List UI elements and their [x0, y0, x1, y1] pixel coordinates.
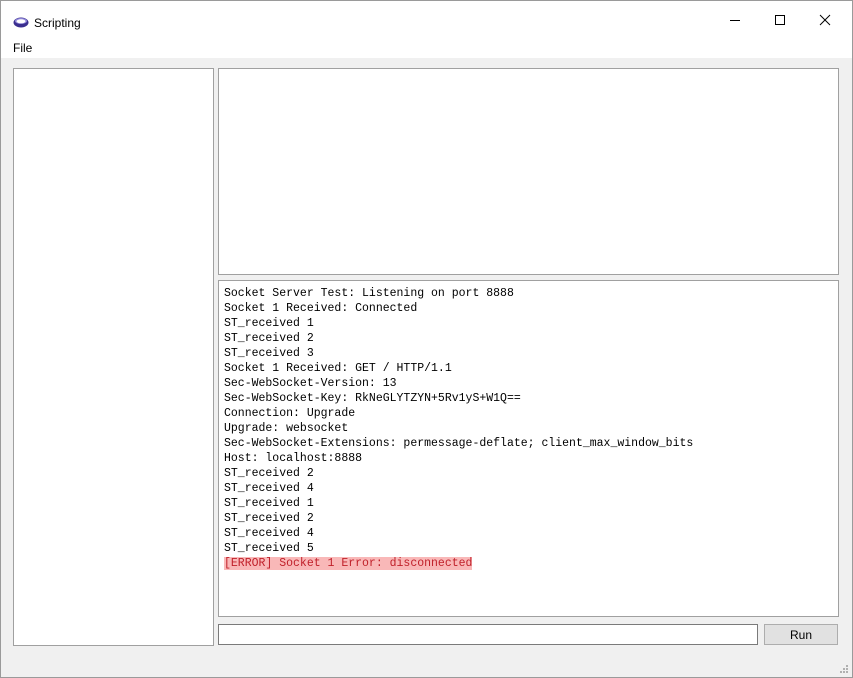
- menu-bar: File: [1, 39, 852, 58]
- console-line: Sec-WebSocket-Version: 13: [224, 376, 834, 391]
- scripting-window: Scripting File Socket Server Test: Liste…: [0, 0, 853, 678]
- app-icon: [13, 17, 29, 28]
- console-error-line: [ERROR] Socket 1 Error: disconnected: [224, 556, 834, 571]
- console-line: ST_received 3: [224, 346, 834, 361]
- console-line-text: ST_received 2: [224, 512, 314, 525]
- close-icon: [819, 14, 831, 26]
- console-line: Host: localhost:8888: [224, 451, 834, 466]
- client-area: Socket Server Test: Listening on port 88…: [1, 58, 852, 677]
- console-line: ST_received 1: [224, 496, 834, 511]
- minimize-icon: [730, 20, 740, 21]
- console-lines: Socket Server Test: Listening on port 88…: [224, 286, 834, 571]
- window-title: Scripting: [34, 16, 81, 30]
- console-line: Connection: Upgrade: [224, 406, 834, 421]
- console-output[interactable]: Socket Server Test: Listening on port 88…: [218, 280, 839, 617]
- console-line-text: Sec-WebSocket-Version: 13: [224, 377, 397, 390]
- console-line-text: ST_received 4: [224, 482, 314, 495]
- console-line-text: [ERROR] Socket 1 Error: disconnected: [224, 557, 473, 570]
- maximize-icon: [775, 15, 785, 25]
- console-line: ST_received 4: [224, 526, 834, 541]
- console-line-text: Upgrade: websocket: [224, 422, 349, 435]
- console-line: ST_received 5: [224, 541, 834, 556]
- console-line: ST_received 2: [224, 511, 834, 526]
- console-line-text: ST_received 4: [224, 527, 314, 540]
- console-line: Sec-WebSocket-Key: RkNeGLYTZYN+5Rv1yS+W1…: [224, 391, 834, 406]
- console-line: Socket Server Test: Listening on port 88…: [224, 286, 834, 301]
- console-line: Sec-WebSocket-Extensions: permessage-def…: [224, 436, 834, 451]
- console-line: ST_received 4: [224, 481, 834, 496]
- minimize-button[interactable]: [712, 1, 758, 39]
- resize-grip-icon[interactable]: [837, 662, 849, 674]
- menu-item-file[interactable]: File: [13, 41, 32, 56]
- console-line-text: Sec-WebSocket-Extensions: permessage-def…: [224, 437, 694, 450]
- console-line-text: Connection: Upgrade: [224, 407, 356, 420]
- console-line-text: Socket Server Test: Listening on port 88…: [224, 287, 514, 300]
- run-button[interactable]: Run: [764, 624, 838, 645]
- title-bar[interactable]: Scripting: [1, 1, 852, 39]
- script-list-panel[interactable]: [13, 68, 214, 646]
- console-line-text: ST_received 1: [224, 497, 314, 510]
- console-line-text: ST_received 5: [224, 542, 314, 555]
- console-line: Socket 1 Received: GET / HTTP/1.1: [224, 361, 834, 376]
- console-line-text: ST_received 3: [224, 347, 314, 360]
- console-line-text: Sec-WebSocket-Key: RkNeGLYTZYN+5Rv1yS+W1…: [224, 392, 521, 405]
- console-line: Upgrade: websocket: [224, 421, 834, 436]
- command-input[interactable]: [218, 624, 758, 645]
- console-line: ST_received 1: [224, 316, 834, 331]
- console-line-text: ST_received 2: [224, 467, 314, 480]
- script-editor[interactable]: [218, 68, 839, 275]
- console-line-text: Host: localhost:8888: [224, 452, 363, 465]
- console-line-text: Socket 1 Received: Connected: [224, 302, 418, 315]
- console-line-text: Socket 1 Received: GET / HTTP/1.1: [224, 362, 452, 375]
- console-line-text: ST_received 1: [224, 317, 314, 330]
- console-line-text: ST_received 2: [224, 332, 314, 345]
- console-line: ST_received 2: [224, 331, 834, 346]
- maximize-button[interactable]: [757, 1, 803, 39]
- close-button[interactable]: [802, 1, 848, 39]
- console-line: ST_received 2: [224, 466, 834, 481]
- console-line: Socket 1 Received: Connected: [224, 301, 834, 316]
